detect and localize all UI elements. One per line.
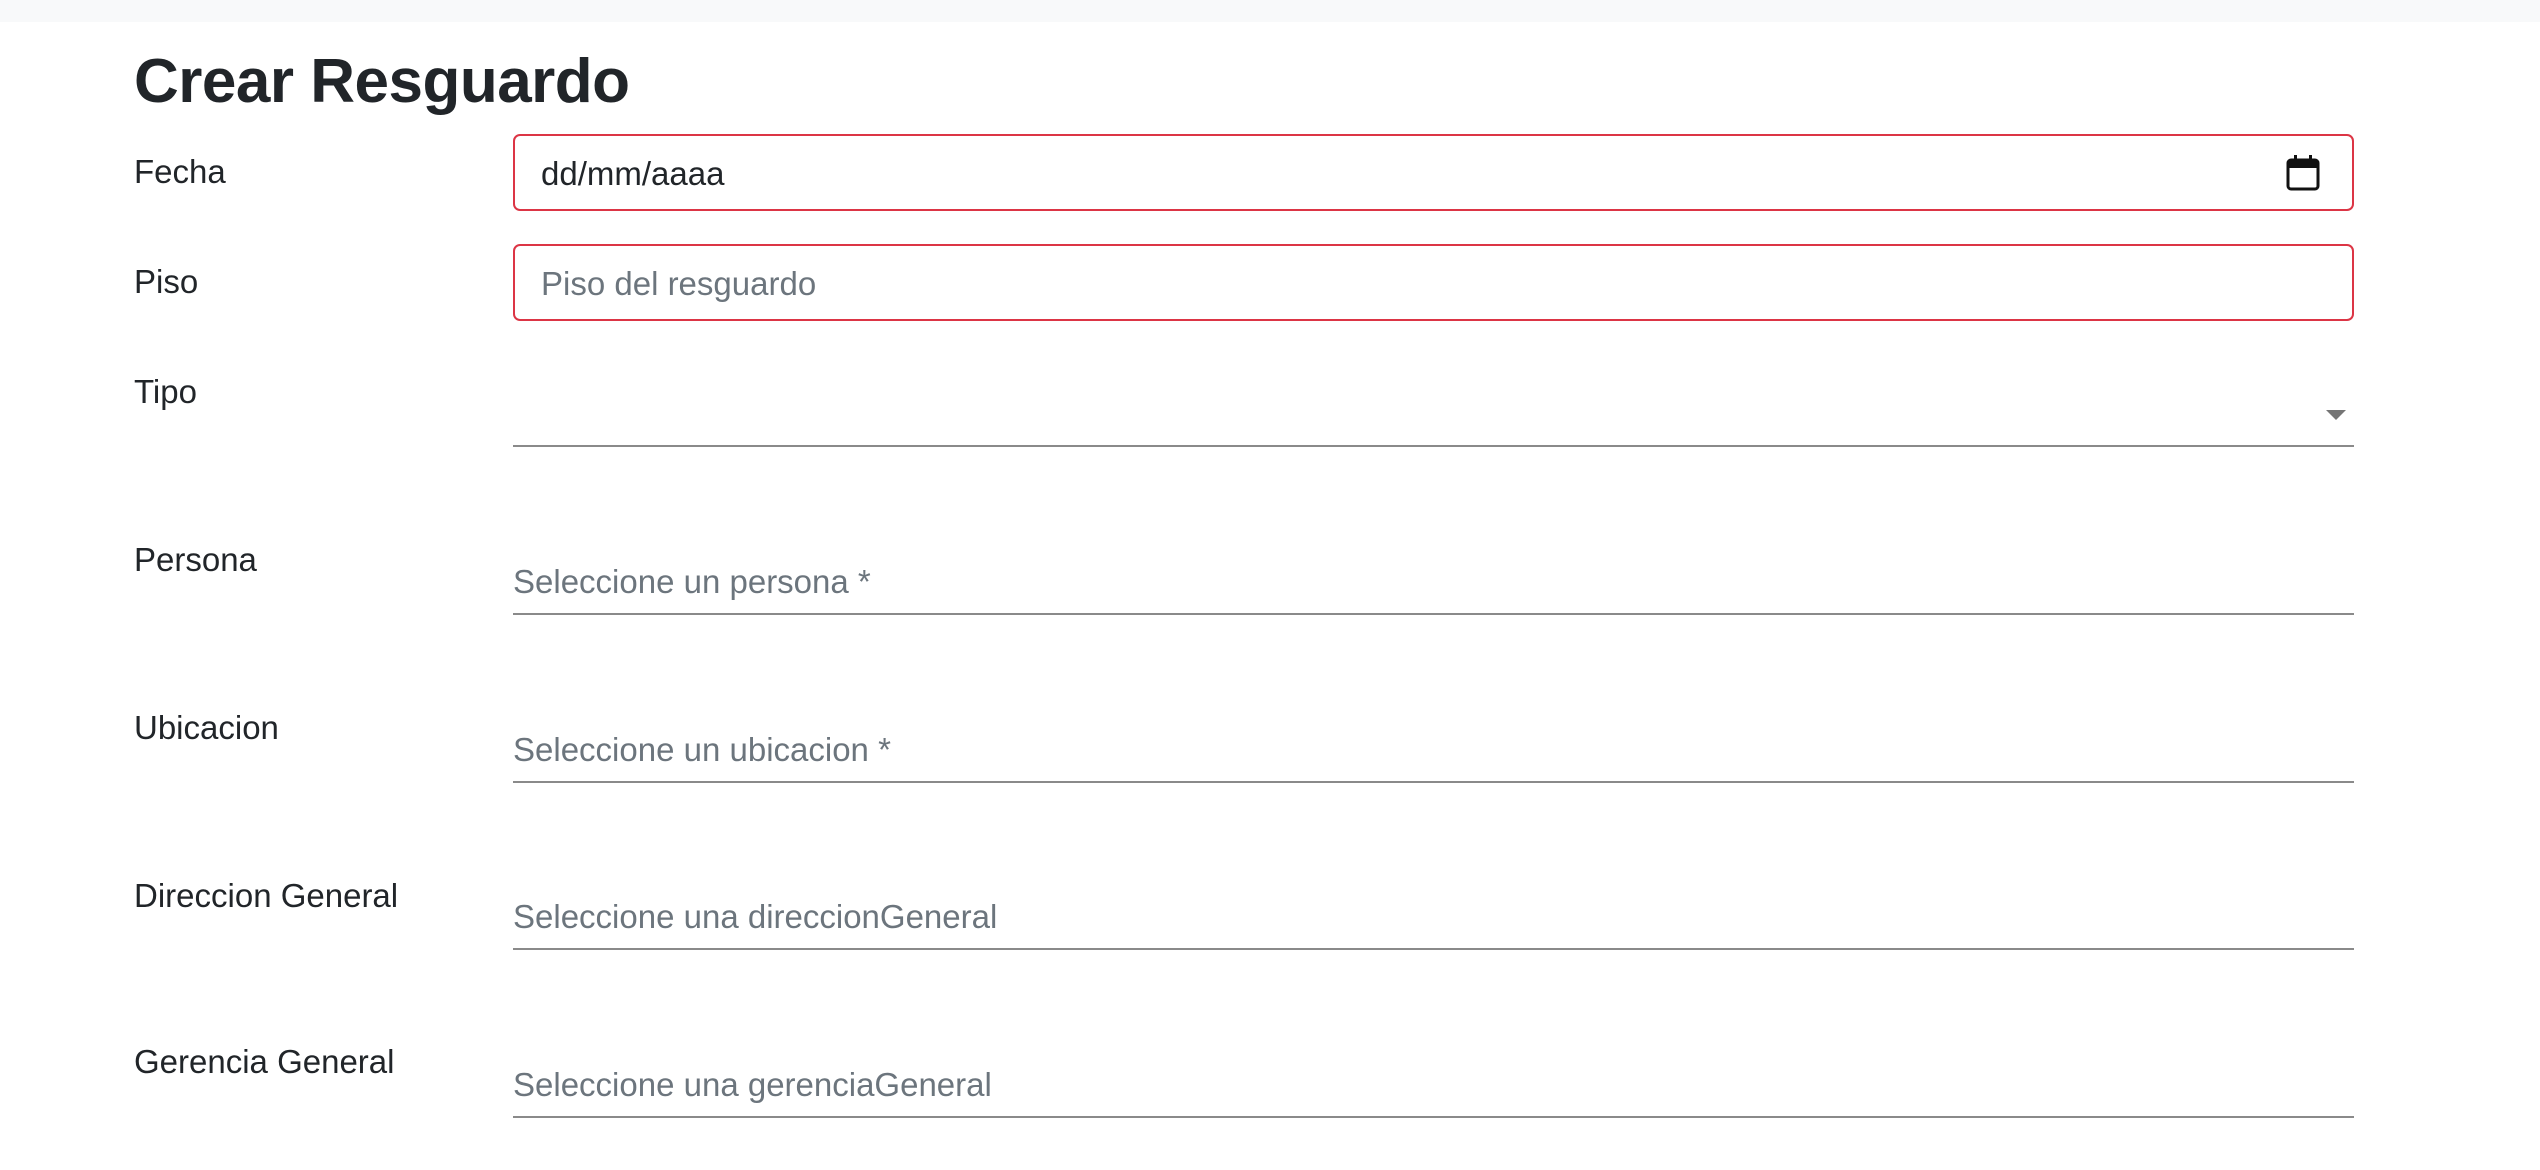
fecha-date-input[interactable]: dd/mm/aaaa [513, 134, 2354, 211]
fecha-date-value: dd/mm/aaaa [541, 155, 725, 192]
tipo-label: Tipo [134, 373, 197, 410]
chevron-down-icon[interactable] [2326, 410, 2346, 420]
fecha-label: Fecha [134, 153, 226, 190]
gerencia-general-label: Gerencia General [134, 1043, 395, 1080]
piso-label: Piso [134, 263, 199, 300]
top-strip [0, 0, 2540, 22]
page-title: Crear Resguardo [134, 47, 630, 116]
ubicacion-label: Ubicacion [134, 709, 279, 746]
gerencia-general-placeholder: Seleccione una gerenciaGeneral [513, 1066, 992, 1103]
calendar-icon[interactable] [2286, 155, 2320, 191]
direccion-general-label: Direccion General [134, 877, 399, 914]
ubicacion-select[interactable]: Seleccione un ubicacion * [513, 723, 2354, 783]
tipo-select[interactable] [513, 387, 2354, 447]
persona-placeholder: Seleccione un persona * [513, 563, 871, 600]
persona-select[interactable]: Seleccione un persona * [513, 555, 2354, 615]
gerencia-general-select[interactable]: Seleccione una gerenciaGeneral [513, 1058, 2354, 1118]
direccion-general-placeholder: Seleccione una direccionGeneral [513, 898, 998, 935]
direccion-general-select[interactable]: Seleccione una direccionGeneral [513, 890, 2354, 950]
piso-input[interactable]: Piso del resguardo [513, 244, 2354, 321]
persona-label: Persona [134, 541, 257, 578]
piso-placeholder: Piso del resguardo [541, 265, 817, 302]
ubicacion-placeholder: Seleccione un ubicacion * [513, 731, 891, 768]
